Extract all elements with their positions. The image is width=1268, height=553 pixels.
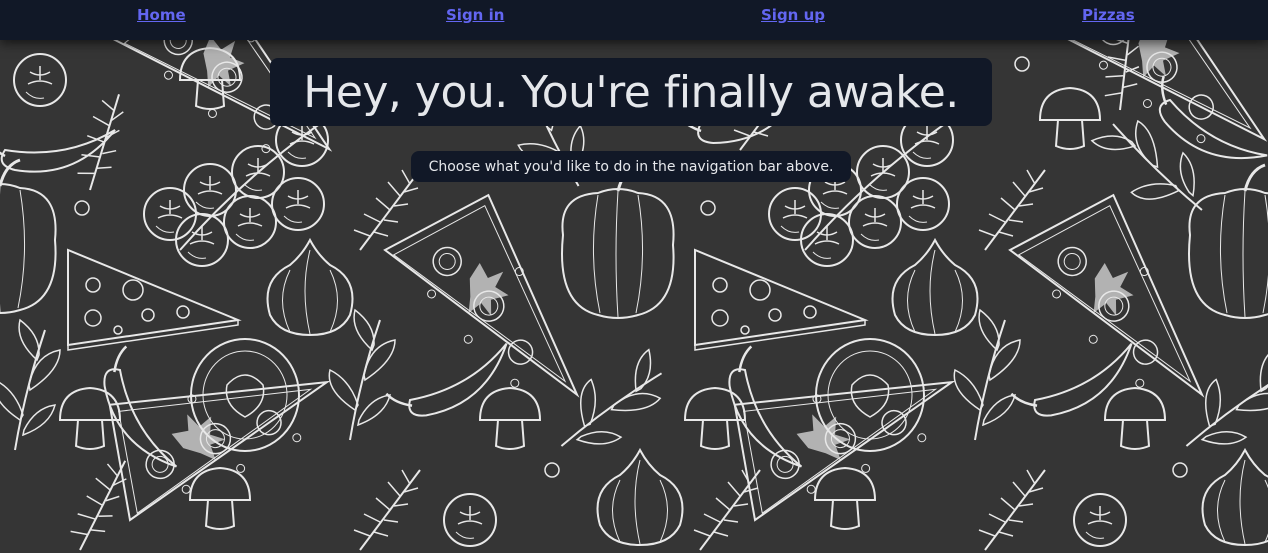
hero-subtitle-panel: Choose what you'd like to do in the navi…: [411, 151, 851, 182]
home-page: Home Sign in Sign up Pizzas Hey, you. Yo…: [0, 0, 1268, 553]
navigation-bar: Home Sign in Sign up Pizzas: [0, 0, 1268, 40]
page-title: Hey, you. You're finally awake.: [303, 66, 959, 118]
nav-link-pizzas[interactable]: Pizzas: [1082, 6, 1135, 24]
hero-title-panel: Hey, you. You're finally awake.: [270, 58, 992, 126]
page-subtitle: Choose what you'd like to do in the navi…: [428, 158, 834, 175]
nav-link-sign-up[interactable]: Sign up: [761, 6, 825, 24]
nav-link-home[interactable]: Home: [137, 6, 186, 24]
nav-link-sign-in[interactable]: Sign in: [446, 6, 504, 24]
